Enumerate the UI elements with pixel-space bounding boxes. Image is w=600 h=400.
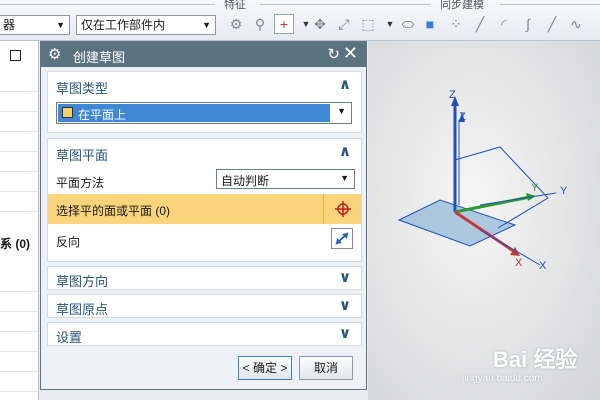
chevron-up-icon[interactable]: ∧ — [339, 142, 351, 160]
chevron-down-icon[interactable]: ∨ — [339, 296, 351, 314]
list-item — [0, 311, 38, 332]
reset-icon[interactable]: ↻ — [327, 45, 340, 63]
top-toolbar: 特征 同步建模 器 ▼ 仅在工作部件内 ▼ ⚙ ⚲ + ▼ ✥ ⤢ ⬚ ▼ ⬭ … — [0, 0, 600, 41]
watermark-logo: Bai 经验 — [493, 347, 578, 372]
snap-icon[interactable]: ⚙ — [226, 14, 246, 34]
x-axis-secondary — [479, 229, 541, 266]
ok-button[interactable]: < 确定 > — [238, 356, 292, 380]
group-divider — [260, 4, 430, 5]
toolbar-group-label-sync: 同步建模 — [440, 0, 484, 11]
list-item — [0, 191, 38, 212]
sketch-type-dropdown[interactable]: 在平面上 ▼ — [56, 102, 352, 124]
section-header[interactable]: 草图平面 ∧ — [48, 139, 361, 165]
filter-icon[interactable]: ⚲ — [250, 14, 270, 34]
x-axis-label: X — [539, 260, 547, 272]
list-item — [0, 131, 38, 152]
plane-method-dropdown[interactable]: 自动判断 ▼ — [216, 169, 355, 189]
reverse-label: 反向 — [56, 235, 81, 249]
xc-axis-label: X — [515, 257, 523, 269]
section-title: 草图平面 — [56, 148, 109, 163]
chevron-down-icon[interactable]: ∨ — [339, 268, 351, 286]
type-filter-value: 器 — [3, 18, 16, 32]
sketch-plane-section: 草图平面 ∧ 平面方法 自动判断 ▼ 选择平的面或平面 (0) 反向 — [47, 138, 362, 262]
group-divider — [0, 4, 215, 5]
line-icon[interactable]: ╱ — [542, 14, 562, 34]
chevron-down-icon: ▼ — [337, 106, 346, 116]
close-icon[interactable]: ✕ — [343, 43, 358, 64]
eraser-icon[interactable]: ⬭ — [398, 14, 418, 34]
toolbar-group-label-feature: 特征 — [224, 0, 246, 11]
list-item — [0, 111, 38, 132]
coordinate-system-node[interactable]: 系 (0) — [0, 235, 30, 252]
part-navigator-strip: 系 (0) — [0, 41, 39, 400]
selection-scope-value: 仅在工作部件内 — [81, 18, 166, 32]
dialog-title-bar[interactable]: ⚙ 创建草图 ↻ ✕ — [41, 42, 366, 67]
reverse-direction-button[interactable] — [331, 228, 353, 249]
plane-method-value: 自动判断 — [221, 174, 270, 188]
section-header[interactable]: 草图类型 ∧ — [48, 72, 361, 98]
list-item — [0, 171, 38, 192]
sketch-type-section: 草图类型 ∧ 在平面上 ▼ — [47, 71, 362, 133]
select-plane-label: 选择平的面或平面 (0) — [56, 204, 171, 218]
list-item — [0, 271, 38, 292]
list-item — [0, 291, 38, 312]
sketch-origin-section[interactable]: 草图原点 ∨ — [47, 294, 362, 318]
plane-icon — [62, 107, 73, 118]
chevron-down-icon[interactable]: ∨ — [339, 324, 351, 342]
box-select-icon[interactable]: ⬚ — [358, 14, 378, 34]
curve-icon[interactable]: ∿ — [566, 14, 586, 34]
section-title: 设置 — [56, 330, 83, 345]
sketch-type-value: 在平面上 — [78, 108, 127, 122]
list-item — [0, 71, 38, 92]
grid-point-icon[interactable]: ⁘ — [446, 14, 466, 34]
zc-axis-label: Z — [449, 89, 456, 101]
z-axis-label: Z — [459, 111, 466, 123]
plane-method-label: 平面方法 — [56, 176, 105, 190]
sketch-orientation-section[interactable]: 草图方向 ∨ — [47, 266, 362, 290]
list-item — [0, 151, 38, 172]
create-sketch-dialog: ⚙ 创建草图 ↻ ✕ 草图类型 ∧ 在平面上 ▼ 草图平面 ∧ 平面方法 自动判… — [40, 41, 367, 390]
section-title: 草图原点 — [56, 302, 109, 317]
chevron-down-icon: ▼ — [340, 173, 349, 183]
spline-icon[interactable]: ∫ — [518, 14, 538, 34]
yc-axis-label: Y — [531, 182, 539, 194]
chevron-down-icon: ▼ — [202, 20, 211, 30]
cancel-button[interactable]: 取消 — [299, 356, 353, 380]
chevron-down-icon: ▼ — [56, 20, 65, 30]
list-item — [0, 351, 38, 372]
maximize-icon[interactable] — [10, 50, 21, 61]
section-title: 草图类型 — [56, 81, 109, 96]
gear-icon[interactable]: ⚙ — [48, 45, 61, 63]
type-filter-combo[interactable]: 器 ▼ — [0, 15, 70, 35]
group-divider — [500, 4, 600, 5]
reverse-direction-icon — [335, 232, 349, 245]
list-item — [0, 371, 38, 392]
dialog-title: 创建草图 — [73, 50, 126, 65]
add-point-icon[interactable]: + — [274, 14, 294, 34]
settings-section[interactable]: 设置 ∨ — [47, 322, 362, 346]
snap-point-icon[interactable]: ✥ — [310, 14, 330, 34]
line-icon[interactable]: ╱ — [470, 14, 490, 34]
watermark-url: jingyan.baidu.com — [462, 373, 543, 384]
y-axis-label: Y — [560, 185, 568, 197]
list-item — [0, 331, 38, 352]
crosshair-icon — [335, 201, 351, 217]
solid-cube-icon[interactable]: ■ — [420, 14, 440, 34]
arc-icon[interactable]: ◜ — [494, 14, 514, 34]
select-plane-button[interactable] — [323, 194, 361, 224]
selection-scope-combo[interactable]: 仅在工作部件内 ▼ — [76, 15, 216, 35]
select-plane-row[interactable]: 选择平的面或平面 (0) — [48, 194, 323, 224]
chevron-up-icon[interactable]: ∧ — [339, 75, 351, 93]
selected-option: 在平面上 — [58, 104, 330, 122]
move-icon[interactable]: ⤢ — [334, 14, 354, 34]
section-title: 草图方向 — [56, 274, 109, 289]
list-item — [0, 91, 38, 112]
chevron-down-icon[interactable]: ▼ — [380, 14, 400, 34]
y-axis-secondary — [479, 192, 557, 206]
